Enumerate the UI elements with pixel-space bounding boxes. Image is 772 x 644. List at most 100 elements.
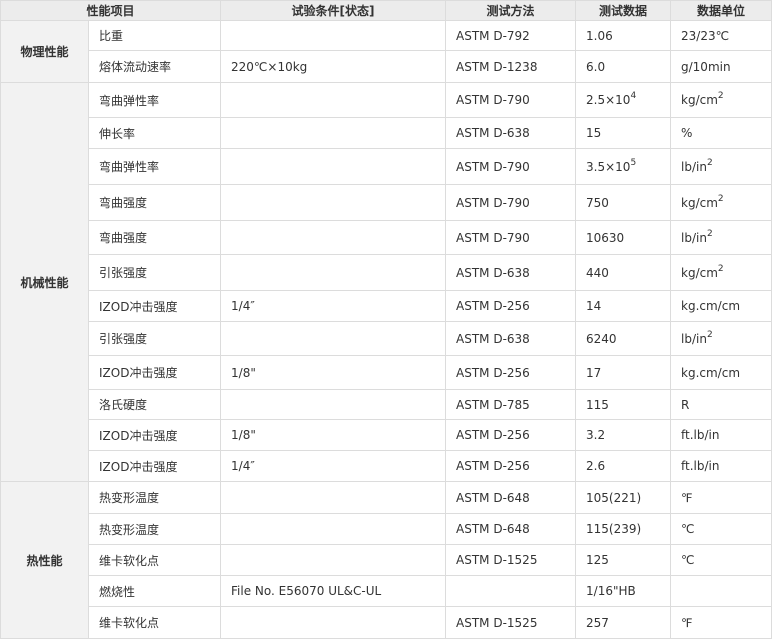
unit-exponent: 2	[706, 228, 713, 239]
test-method-cell: ASTM D-256	[445, 450, 577, 482]
data-unit: ℃	[681, 553, 695, 567]
value-exponent: 4	[630, 91, 637, 101]
table-row: 物理性能 比重 ASTM D-792 1.06 23/23℃	[0, 20, 772, 83]
data-unit: kg/cm	[681, 195, 718, 210]
value-exponent: 5	[630, 157, 637, 168]
test-value: 6.0	[586, 59, 606, 74]
data-unit-cell: ft.lb/in	[670, 419, 772, 451]
table-row: 伸长率 ASTM D-638 15%	[1, 117, 772, 149]
property-name: IZOD冲击强度	[99, 428, 178, 443]
data-unit: lb/in	[681, 331, 707, 346]
test-condition-cell	[220, 544, 447, 576]
table-row: 弯曲强度 ASTM D-790 10630 lb/in2	[1, 220, 772, 255]
header-test-data: 测试数据	[575, 0, 672, 21]
properties-table: 性能项目 试验条件[状态] 测试方法 测试数据 数据单位 物理性能 比重 ASTM …	[0, 0, 772, 639]
test-value: 10630	[586, 230, 625, 245]
test-method-cell: ASTM D-638	[445, 321, 577, 356]
data-unit: ℃	[681, 522, 695, 536]
test-condition-cell: 1/4″	[220, 290, 447, 322]
test-value-cell: 115(239)	[575, 513, 672, 545]
table-row: 弯曲弹性率 ASTM D-790 3.5×105 lb/in2	[1, 148, 772, 185]
table-row: 维卡软化点 ASTM D-1525 125 ℃	[1, 544, 772, 576]
data-unit-cell: ℉	[670, 606, 772, 639]
property-name-cell: 维卡软化点	[87, 606, 222, 639]
header-data-unit: 数据单位	[670, 0, 772, 21]
property-name: 引张强度	[99, 266, 148, 280]
unit-exponent: 2	[706, 157, 713, 168]
test-method-cell: ASTM D-256	[445, 419, 577, 451]
property-name-cell: 伸长率	[87, 117, 222, 149]
test-value: 6240	[586, 331, 617, 346]
test-value-cell: 2.6	[575, 450, 672, 482]
property-name: 热变形温度	[99, 522, 160, 537]
property-name-cell: 弯曲强度	[87, 220, 222, 255]
unit-exponent: 2	[717, 263, 724, 274]
property-name: IZOD冲击强度	[99, 459, 178, 474]
test-value-cell: 750	[575, 184, 672, 221]
test-method-cell: ASTM D-792	[445, 20, 577, 51]
test-method-cell: ASTM D-648	[445, 513, 577, 545]
test-value-cell: 3.2	[575, 419, 672, 451]
test-method-cell: ASTM D-638	[445, 254, 577, 291]
table-body: 物理性能 比重 ASTM D-792 1.06 23/23℃ 熔体流动速率 220℃×10k…	[0, 20, 772, 639]
data-unit-cell: g/10min	[670, 50, 772, 83]
test-condition-cell	[220, 184, 447, 221]
property-name: 维卡软化点	[99, 553, 160, 568]
test-condition-cell	[220, 20, 447, 51]
test-method: ASTM D-648	[456, 490, 530, 505]
test-method: ASTM D-785	[456, 397, 530, 412]
test-method: ASTM D-792	[456, 28, 530, 43]
test-value-cell: 15	[575, 117, 672, 149]
test-method-cell: ASTM D-256	[445, 290, 577, 322]
data-unit-cell	[670, 575, 772, 607]
data-unit-cell: kg/cm2	[670, 82, 772, 118]
test-method-cell: ASTM D-638	[445, 117, 577, 149]
property-name-cell: 熔体流动速率	[87, 50, 222, 83]
test-method-cell: ASTM D-256	[445, 355, 577, 390]
unit-exponent: 2	[717, 91, 724, 101]
test-value-cell: 125	[575, 544, 672, 576]
test-value: 2.6	[586, 459, 606, 473]
data-unit: kg/cm	[681, 93, 718, 107]
property-name: 比重	[99, 29, 124, 43]
header-test-condition: 试验条件[状态]	[220, 0, 447, 21]
test-value: 3.2	[586, 428, 606, 442]
data-unit-cell: ℉	[670, 481, 772, 514]
test-method-cell: ASTM D-1525	[445, 606, 577, 639]
test-condition: 1/4″	[231, 459, 255, 473]
test-value: 1/16"HB	[586, 584, 636, 598]
data-unit: ℉	[681, 615, 693, 630]
table-row: 引张强度 ASTM D-638 440 kg/cm2	[1, 254, 772, 291]
test-method-cell: ASTM D-790	[445, 184, 577, 221]
property-name: 引张强度	[99, 332, 148, 346]
table-row: 燃烧性 File No. E56070 UL&C-UL 1/16"HB	[1, 575, 772, 607]
data-unit-cell: kg/cm2	[670, 184, 772, 221]
test-method-cell	[445, 575, 577, 607]
data-unit: kg.cm/cm	[681, 299, 741, 313]
property-name-cell: 弯曲弹性率	[87, 82, 222, 118]
test-value-cell: 1.06	[575, 20, 672, 51]
test-value: 1.06	[586, 28, 613, 43]
data-unit-cell: kg.cm/cm	[670, 355, 772, 390]
test-value-cell: 17	[575, 355, 672, 390]
property-name-cell: IZOD冲击强度	[87, 450, 222, 482]
test-value: 115(239)	[586, 522, 642, 536]
test-method: ASTM D-256	[456, 459, 530, 473]
data-unit-cell: kg/cm2	[670, 254, 772, 291]
property-name-cell: IZOD冲击强度	[87, 290, 222, 322]
test-condition-cell	[220, 321, 447, 356]
header-property-item: 性能项目	[0, 0, 222, 21]
test-method-cell: ASTM D-790	[445, 220, 577, 255]
test-method: ASTM D-790	[456, 195, 530, 210]
property-name-cell: IZOD冲击强度	[87, 419, 222, 451]
property-name: 弯曲强度	[99, 196, 148, 210]
property-name-cell: IZOD冲击强度	[87, 355, 222, 390]
test-value: 750	[586, 195, 609, 210]
test-value-cell: 3.5×105	[575, 148, 672, 185]
property-name: IZOD冲击强度	[99, 299, 178, 314]
table-header-row: 性能项目 试验条件[状态] 测试方法 测试数据 数据单位	[0, 0, 772, 21]
property-name: 弯曲弹性率	[99, 160, 160, 174]
data-unit: kg.cm/cm	[681, 365, 741, 380]
test-condition: 1/8"	[231, 428, 256, 442]
test-method-cell: ASTM D-785	[445, 389, 577, 420]
